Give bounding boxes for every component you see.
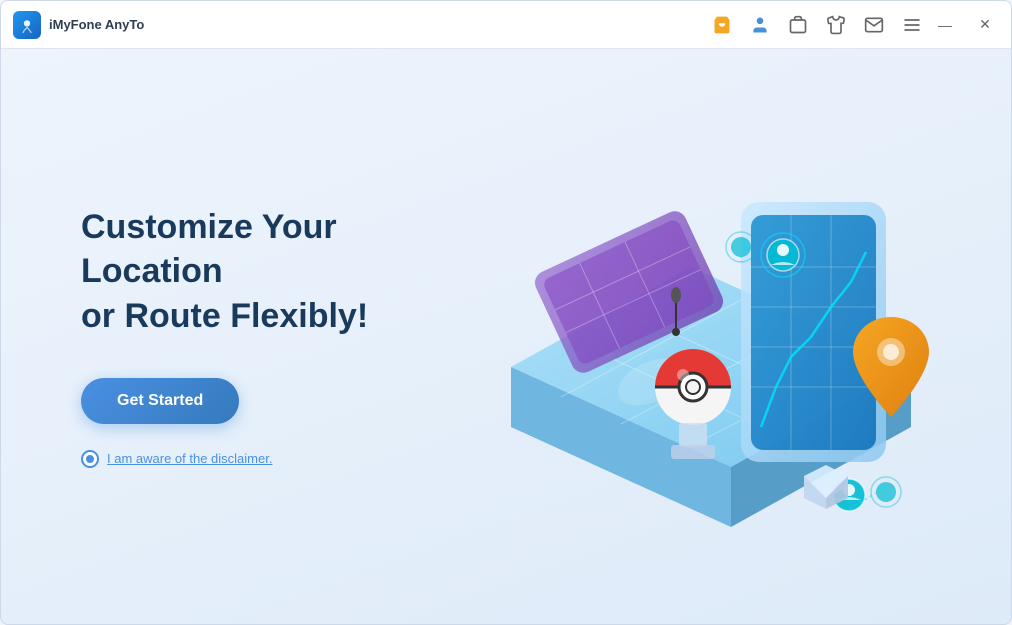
title-bar-icons bbox=[711, 14, 923, 36]
app-icon bbox=[13, 11, 41, 39]
user-icon[interactable] bbox=[749, 14, 771, 36]
hero-illustration bbox=[431, 107, 951, 567]
close-button[interactable]: ✕ bbox=[971, 11, 999, 39]
minimize-button[interactable]: — bbox=[931, 11, 959, 39]
disclaimer-row: I am aware of the disclaimer. bbox=[81, 450, 461, 468]
main-content: Customize Your Location or Route Flexibl… bbox=[1, 49, 1011, 624]
headline: Customize Your Location or Route Flexibl… bbox=[81, 205, 461, 338]
menu-icon[interactable] bbox=[901, 14, 923, 36]
disclaimer-link[interactable]: I am aware of the disclaimer. bbox=[107, 451, 272, 466]
get-started-button[interactable]: Get Started bbox=[81, 378, 239, 424]
cart-icon[interactable] bbox=[711, 14, 733, 36]
app-window: iMyFone AnyTo bbox=[0, 0, 1012, 625]
disclaimer-radio[interactable] bbox=[81, 450, 99, 468]
title-bar: iMyFone AnyTo bbox=[1, 1, 1011, 49]
bag-icon[interactable] bbox=[787, 14, 809, 36]
tshirt-icon[interactable] bbox=[825, 14, 847, 36]
app-title: iMyFone AnyTo bbox=[49, 17, 144, 32]
illustration-area bbox=[461, 89, 931, 584]
title-bar-left: iMyFone AnyTo bbox=[13, 11, 711, 39]
window-controls: — ✕ bbox=[931, 11, 999, 39]
disclaimer-radio-inner bbox=[86, 455, 94, 463]
left-content: Customize Your Location or Route Flexibl… bbox=[81, 205, 461, 468]
mail-icon[interactable] bbox=[863, 14, 885, 36]
